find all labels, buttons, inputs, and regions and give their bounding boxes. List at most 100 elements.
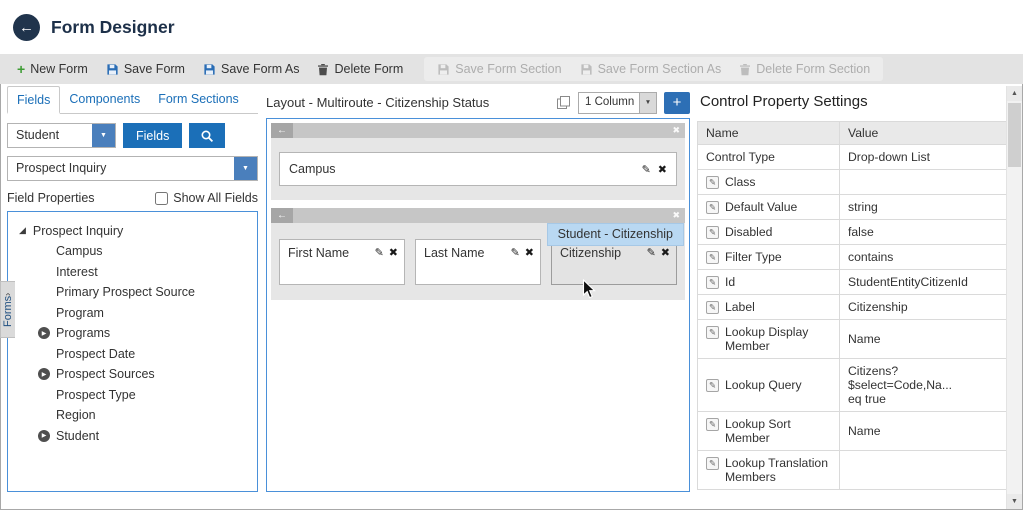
column-count-value: 1 Column [579,93,639,113]
tab-fields[interactable]: Fields [7,86,60,114]
save-as-icon [580,63,593,76]
property-row-lookup-query[interactable]: ✎Lookup Query Citizens?$select=Code,Na..… [698,359,1007,412]
tree-item[interactable]: ▶ Student [12,426,253,447]
chevron-down-icon[interactable]: ▼ [639,93,656,113]
layout-title: Layout - Multiroute - Citizenship Status [266,95,549,110]
property-row-lookup-translation-members[interactable]: ✎Lookup Translation Members [698,451,1007,490]
close-icon[interactable]: ✖ [667,125,685,136]
form-select[interactable]: Prospect Inquiry ▼ [7,156,258,181]
remove-icon[interactable]: ✖ [658,163,667,176]
forms-side-tab[interactable]: Forms› [0,281,15,338]
scroll-up-icon[interactable]: ▲ [1007,86,1022,101]
property-row-id[interactable]: ✎Id StudentEntityCitizenId [698,270,1007,295]
column-count-select[interactable]: 1 Column ▼ [578,92,657,114]
property-row-class[interactable]: ✎Class [698,170,1007,195]
save-form-as-button[interactable]: Save Form As [194,58,309,80]
tree-item[interactable]: Prospect Date [12,344,253,365]
property-row-filter-type[interactable]: ✎Filter Type contains [698,245,1007,270]
new-form-button[interactable]: + New Form [8,58,97,80]
back-button[interactable]: ← [13,14,40,41]
edit-icon[interactable]: ✎ [647,246,656,259]
save-form-button[interactable]: Save Form [97,58,194,80]
edit-icon[interactable]: ✎ [511,246,520,259]
remove-icon[interactable]: ✖ [389,246,398,259]
property-row-lookup-display-member[interactable]: ✎Lookup Display Member Name [698,320,1007,359]
save-as-icon [203,63,216,76]
tree-item[interactable]: Campus [12,241,253,262]
search-button[interactable] [189,123,225,148]
edit-property-icon[interactable]: ✎ [706,418,719,431]
page-title: Form Designer [51,17,175,38]
edit-icon[interactable]: ✎ [375,246,384,259]
edit-property-icon[interactable]: ✎ [706,226,719,239]
tree-item[interactable]: Primary Prospect Source [12,282,253,303]
tree-item[interactable]: Program [12,303,253,324]
property-row-label[interactable]: ✎Label Citizenship [698,295,1007,320]
section-header[interactable]: ← ✖ [271,208,685,223]
layout-field-campus[interactable]: Campus ✎ ✖ [279,152,677,186]
edit-property-icon[interactable]: ✎ [706,176,719,189]
layout-canvas[interactable]: ← ✖ Campus ✎ ✖ ← ✖ First Name [266,118,690,492]
property-name: Disabled [725,225,772,239]
tree-item-label: Campus [56,244,103,258]
collapse-icon[interactable]: ◢ [19,225,26,236]
tree-item-label: Prospect Date [56,347,135,361]
property-name: Filter Type [725,250,782,264]
tab-form-sections[interactable]: Form Sections [149,86,248,113]
layout-section: ← ✖ First Name ✎ ✖ Last Name ✎ ✖ [271,208,685,300]
entity-select[interactable]: Student ▼ [7,123,116,148]
show-all-fields-toggle[interactable]: Show All Fields [155,191,258,205]
edit-property-icon[interactable]: ✎ [706,326,719,339]
tree-item[interactable]: ▶ Prospect Sources [12,364,253,385]
layout-field-last-name[interactable]: Last Name ✎ ✖ [415,239,541,285]
scrollbar-thumb[interactable] [1008,103,1021,167]
expand-icon[interactable]: ▶ [38,368,50,380]
section-header[interactable]: ← ✖ [271,123,685,138]
copy-layout-icon[interactable] [556,95,571,110]
property-row-disabled[interactable]: ✎Disabled false [698,220,1007,245]
property-row-control-type[interactable]: Control Type Drop-down List [698,145,1007,170]
entity-select-value: Student [8,124,92,147]
remove-icon[interactable]: ✖ [661,246,670,259]
property-value: Name [840,412,1007,451]
delete-form-section-button: Delete Form Section [730,58,879,80]
layout-field-first-name[interactable]: First Name ✎ ✖ [279,239,405,285]
delete-form-button[interactable]: Delete Form [308,58,412,80]
edit-property-icon[interactable]: ✎ [706,201,719,214]
move-left-icon[interactable]: ← [271,208,293,223]
tree-item-label: Student [56,429,99,443]
tree-root-node[interactable]: ◢ Prospect Inquiry [12,220,253,241]
edit-property-icon[interactable]: ✎ [706,251,719,264]
save-form-section-label: Save Form Section [455,62,561,76]
property-value: Name [840,320,1007,359]
property-row-lookup-sort-member[interactable]: ✎Lookup Sort Member Name [698,412,1007,451]
move-left-icon[interactable]: ← [271,123,293,138]
vertical-scrollbar[interactable]: ▲ ▼ [1006,86,1022,509]
delete-form-label: Delete Form [334,62,403,76]
property-value [840,451,1007,490]
property-row-default-value[interactable]: ✎Default Value string [698,195,1007,220]
add-section-button[interactable]: + [664,92,690,114]
remove-icon[interactable]: ✖ [525,246,534,259]
chevron-down-icon[interactable]: ▼ [92,124,115,147]
tree-item[interactable]: Prospect Type [12,385,253,406]
tab-components[interactable]: Components [60,86,149,113]
edit-property-icon[interactable]: ✎ [706,301,719,314]
edit-property-icon[interactable]: ✎ [706,276,719,289]
expand-icon[interactable]: ▶ [38,327,50,339]
tree-item[interactable]: ▶ Programs [12,323,253,344]
fields-button[interactable]: Fields [123,123,182,148]
scroll-down-icon[interactable]: ▼ [1007,494,1022,509]
new-form-label: New Form [30,62,88,76]
expand-icon[interactable]: ▶ [38,430,50,442]
edit-property-icon[interactable]: ✎ [706,457,719,470]
edit-icon[interactable]: ✎ [642,163,651,176]
edit-property-icon[interactable]: ✎ [706,379,719,392]
chevron-down-icon[interactable]: ▼ [234,157,257,180]
save-form-section-as-label: Save Form Section As [598,62,722,76]
show-all-fields-checkbox[interactable] [155,192,168,205]
tree-item[interactable]: Interest [12,262,253,283]
tree-item-label: Programs [56,326,110,340]
close-icon[interactable]: ✖ [667,210,685,221]
tree-item[interactable]: Region [12,405,253,426]
